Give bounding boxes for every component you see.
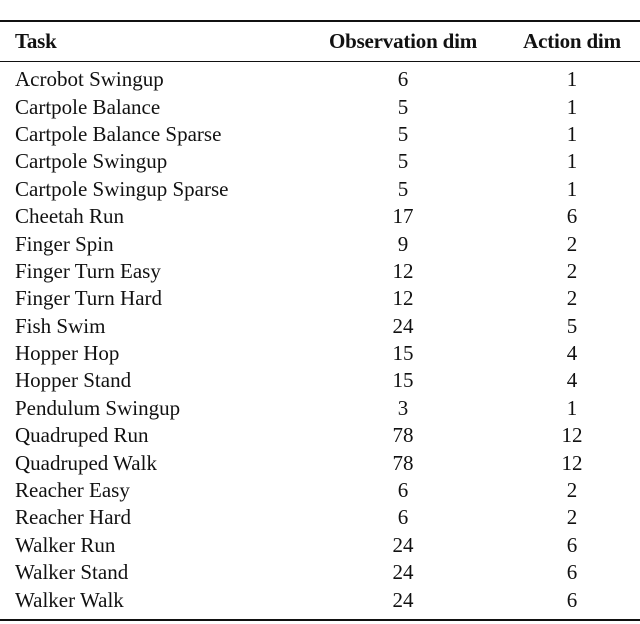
table-row: Quadruped Walk 78 12 bbox=[0, 449, 640, 476]
observation-dim-cell: 6 bbox=[397, 478, 409, 503]
observation-dim-cell: 5 bbox=[397, 176, 409, 201]
action-dim-cell: 6 bbox=[566, 204, 578, 229]
observation-dim-cell: 24 bbox=[392, 313, 414, 338]
table-row: Acrobot Swingup 6 1 bbox=[0, 66, 640, 93]
observation-dim-cell: 78 bbox=[392, 423, 414, 448]
table-row: Quadruped Run 78 12 bbox=[0, 422, 640, 449]
task-cell: Cartpole Swingup Sparse bbox=[15, 176, 229, 201]
task-cell: Cartpole Swingup bbox=[15, 149, 168, 174]
table-row: Cartpole Balance Sparse 5 1 bbox=[0, 121, 640, 148]
table-header-row: Task Observation dim Action dim bbox=[0, 22, 640, 61]
observation-dim-cell: 5 bbox=[397, 121, 409, 146]
action-dim-cell: 1 bbox=[566, 94, 578, 119]
action-dim-cell: 12 bbox=[561, 450, 583, 475]
table-row: Cartpole Swingup 5 1 bbox=[0, 148, 640, 175]
task-cell: Hopper Stand bbox=[15, 368, 132, 393]
action-dim-cell: 2 bbox=[566, 231, 578, 256]
action-dim-cell: 2 bbox=[566, 505, 578, 530]
table-row: Hopper Stand 15 4 bbox=[0, 367, 640, 394]
task-cell: Finger Turn Easy bbox=[15, 258, 161, 283]
column-header-action-dim: Action dim bbox=[523, 29, 621, 53]
observation-dim-cell: 3 bbox=[397, 395, 409, 420]
action-dim-cell: 1 bbox=[566, 121, 578, 146]
table-row: Finger Spin 9 2 bbox=[0, 230, 640, 257]
table-bottom-rule bbox=[0, 619, 640, 621]
task-cell: Quadruped Run bbox=[15, 423, 149, 448]
table-row: Hopper Hop 15 4 bbox=[0, 340, 640, 367]
action-dim-cell: 2 bbox=[566, 478, 578, 503]
observation-dim-cell: 6 bbox=[397, 67, 409, 92]
observation-dim-cell: 15 bbox=[392, 341, 414, 366]
task-cell: Pendulum Swingup bbox=[15, 395, 181, 420]
task-cell: Walker Stand bbox=[15, 560, 129, 585]
action-dim-cell: 1 bbox=[566, 395, 578, 420]
task-cell: Cartpole Balance Sparse bbox=[15, 121, 222, 146]
table-row: Finger Turn Hard 12 2 bbox=[0, 285, 640, 312]
task-cell: Finger Spin bbox=[15, 231, 114, 256]
table-row: Walker Walk 24 6 bbox=[0, 586, 640, 613]
observation-dim-cell: 24 bbox=[392, 587, 414, 612]
column-header-task: Task bbox=[15, 29, 57, 53]
action-dim-cell: 6 bbox=[566, 560, 578, 585]
task-cell: Quadruped Walk bbox=[15, 450, 157, 475]
task-cell: Cheetah Run bbox=[15, 204, 125, 229]
observation-dim-cell: 6 bbox=[397, 505, 409, 530]
task-cell: Finger Turn Hard bbox=[15, 286, 163, 311]
table-row: Cartpole Balance 5 1 bbox=[0, 93, 640, 120]
task-cell: Acrobot Swingup bbox=[15, 67, 164, 92]
observation-dim-cell: 12 bbox=[392, 286, 414, 311]
action-dim-cell: 6 bbox=[566, 532, 578, 557]
task-cell: Hopper Hop bbox=[15, 341, 120, 366]
task-cell: Fish Swim bbox=[15, 313, 106, 338]
observation-dim-cell: 5 bbox=[397, 94, 409, 119]
table-row: Cheetah Run 17 6 bbox=[0, 203, 640, 230]
table-row: Cartpole Swingup Sparse 5 1 bbox=[0, 176, 640, 203]
action-dim-cell: 6 bbox=[566, 587, 578, 612]
action-dim-cell: 2 bbox=[566, 258, 578, 283]
table-row: Reacher Hard 6 2 bbox=[0, 504, 640, 531]
observation-dim-cell: 15 bbox=[392, 368, 414, 393]
observation-dim-cell: 9 bbox=[397, 231, 409, 256]
table-row: Reacher Easy 6 2 bbox=[0, 477, 640, 504]
action-dim-cell: 1 bbox=[566, 149, 578, 174]
action-dim-cell: 5 bbox=[566, 313, 578, 338]
observation-dim-cell: 24 bbox=[392, 560, 414, 585]
action-dim-cell: 1 bbox=[566, 67, 578, 92]
task-cell: Cartpole Balance bbox=[15, 94, 161, 119]
action-dim-cell: 2 bbox=[566, 286, 578, 311]
table-row: Fish Swim 24 5 bbox=[0, 313, 640, 340]
task-dimensions-table: Task Observation dim Action dim Acrobot … bbox=[0, 22, 640, 614]
action-dim-cell: 4 bbox=[566, 341, 578, 366]
task-cell: Walker Walk bbox=[15, 587, 124, 612]
task-cell: Walker Run bbox=[15, 532, 116, 557]
task-cell: Reacher Easy bbox=[15, 478, 130, 503]
action-dim-cell: 1 bbox=[566, 176, 578, 201]
action-dim-cell: 12 bbox=[561, 423, 583, 448]
table-body: Acrobot Swingup 6 1 Cartpole Balance 5 1 Cartp… bbox=[0, 61, 640, 614]
table-row: Walker Stand 24 6 bbox=[0, 559, 640, 586]
observation-dim-cell: 78 bbox=[392, 450, 414, 475]
observation-dim-cell: 17 bbox=[392, 204, 414, 229]
task-cell: Reacher Hard bbox=[15, 505, 132, 530]
table-row: Finger Turn Easy 12 2 bbox=[0, 258, 640, 285]
observation-dim-cell: 24 bbox=[392, 532, 414, 557]
observation-dim-cell: 12 bbox=[392, 258, 414, 283]
column-header-observation-dim: Observation dim bbox=[328, 29, 478, 53]
table-row: Pendulum Swingup 3 1 bbox=[0, 395, 640, 422]
action-dim-cell: 4 bbox=[566, 368, 578, 393]
observation-dim-cell: 5 bbox=[397, 149, 409, 174]
table-row: Walker Run 24 6 bbox=[0, 532, 640, 559]
